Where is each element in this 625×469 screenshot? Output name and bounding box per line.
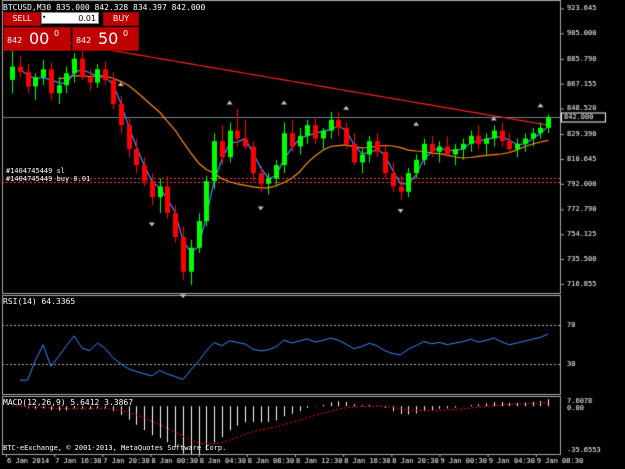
sell-price-pips: 00 <box>29 29 50 48</box>
buy-order-label: #1404745449 buy 0.01 <box>6 175 91 183</box>
sell-button[interactable]: SELL <box>3 12 41 26</box>
chart-title: BTCUSD,M30 835.000 842.328 834.397 842.0… <box>3 3 206 12</box>
buy-price-prefix: 842 <box>76 36 92 45</box>
sell-price-prefix: 842 <box>7 36 23 45</box>
lot-size-input[interactable]: 0.01 <box>41 12 99 24</box>
sell-price-fraction: 0 <box>54 29 60 38</box>
buy-price-display[interactable]: 842 50 0 <box>72 27 139 51</box>
buy-button[interactable]: BUY <box>103 12 139 26</box>
buy-price-pips: 50 <box>98 29 119 48</box>
rsi-title: RSI(14) 64.3365 <box>3 297 76 306</box>
one-click-trading-panel: SELL 0.01 ▾ BUY 842 00 0 842 50 0 <box>3 12 139 51</box>
buy-price-fraction: 0 <box>123 29 129 38</box>
lot-spinner-icon[interactable]: ▾ <box>42 13 46 21</box>
macd-title: MACD(12,26,9) 5.6412 3.3867 <box>3 398 134 407</box>
stop-loss-label: #1404745449 sl <box>6 167 66 175</box>
copyright-text: BTC-eExchange, © 2001-2013, MetaQuotes S… <box>3 444 227 452</box>
sell-price-display[interactable]: 842 00 0 <box>3 27 71 51</box>
